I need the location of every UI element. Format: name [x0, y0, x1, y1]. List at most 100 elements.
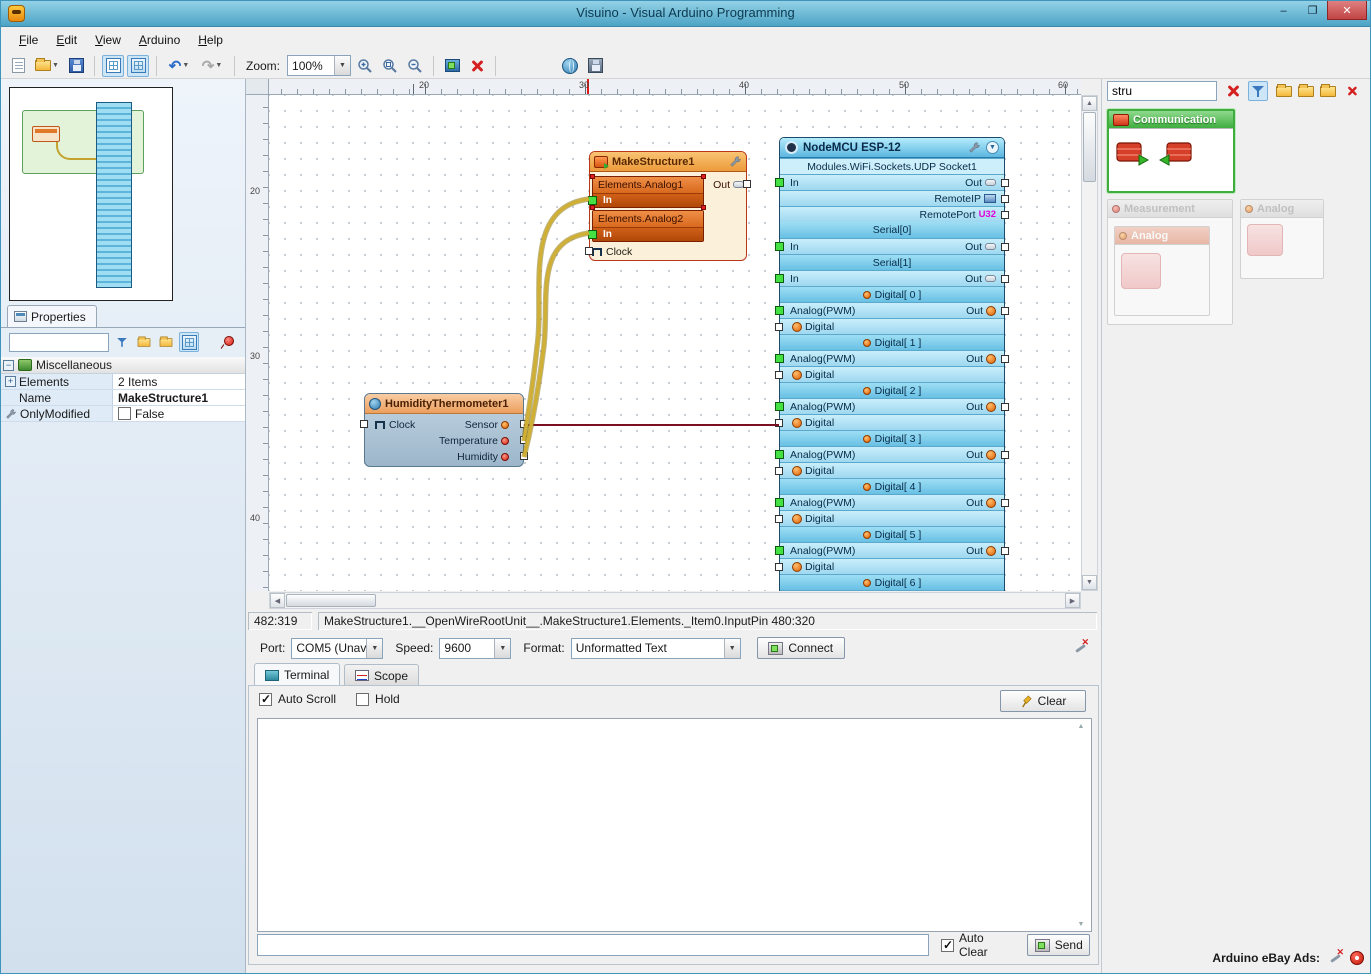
pwm-out-pin[interactable] — [1001, 547, 1009, 555]
port-dropdown-icon[interactable]: ▼ — [366, 638, 383, 658]
category-analog[interactable]: Analog — [1240, 199, 1324, 279]
property-value[interactable]: MakeStructure1 — [113, 390, 245, 405]
pwm-out-pin[interactable] — [1001, 355, 1009, 363]
menu-item-view[interactable]: View — [87, 29, 129, 51]
remoteport-pin[interactable] — [1001, 211, 1009, 219]
menu-item-help[interactable]: Help — [190, 29, 231, 51]
scroll-right-icon[interactable]: ▶ — [1065, 593, 1080, 608]
nodemcu-header[interactable]: NodeMCU ESP-12 ▼ — [780, 138, 1004, 158]
category-communication[interactable]: Communication — [1107, 109, 1235, 193]
digital-pin[interactable] — [775, 563, 783, 571]
clock-pin[interactable] — [360, 420, 368, 428]
expand-icon[interactable]: + — [5, 376, 16, 387]
faded-component-icon[interactable] — [1121, 253, 1161, 289]
temperature-pin[interactable] — [520, 436, 528, 444]
collapse-all-button[interactable] — [1296, 81, 1316, 101]
properties-expand-button[interactable] — [135, 333, 153, 351]
zoom-dropdown-icon[interactable]: ▼ — [334, 56, 351, 75]
digital-pin[interactable] — [775, 419, 783, 427]
menu-item-file[interactable]: File — [11, 29, 46, 51]
ads-settings-icon[interactable] — [1328, 947, 1344, 965]
tab-scope[interactable]: Scope — [344, 664, 420, 686]
property-value[interactable]: 2 Items — [113, 374, 245, 389]
format-select[interactable]: Unformatted Text ▼ — [570, 637, 741, 659]
makestructure-header[interactable]: MakeStructure1 — [590, 152, 746, 172]
out-pin[interactable] — [743, 180, 751, 188]
clear-search-icon[interactable] — [1226, 84, 1240, 98]
terminal-output[interactable] — [257, 718, 1092, 932]
port-select[interactable]: COM5 (Unava ▼ — [291, 637, 384, 659]
sensor-pin[interactable] — [520, 420, 528, 428]
delete-button[interactable] — [466, 55, 488, 77]
zoom-in-button[interactable] — [354, 55, 376, 77]
pwm-out-pin[interactable] — [1001, 451, 1009, 459]
upload-button[interactable] — [584, 55, 606, 77]
humidity-pin[interactable] — [520, 452, 528, 460]
open-button[interactable]: ▼ — [32, 55, 62, 77]
palette-search-input[interactable] — [1107, 81, 1217, 101]
property-category[interactable]: − Miscellaneous — [1, 357, 245, 374]
analog-pwm-pin[interactable] — [775, 306, 784, 315]
zoom-area-button[interactable] — [379, 55, 401, 77]
serial-in-pin[interactable] — [775, 242, 784, 251]
properties-pin-button[interactable] — [219, 333, 237, 351]
chevron-down-icon[interactable]: ▼ — [986, 141, 999, 154]
property-row[interactable]: + Elements 2 Items — [1, 374, 245, 390]
property-row[interactable]: OnlyModified False — [1, 406, 245, 422]
wrench-icon[interactable] — [729, 155, 742, 168]
send-button[interactable]: Send — [1027, 934, 1090, 956]
expand-all-button[interactable] — [1274, 81, 1294, 101]
disconnect-wand-icon[interactable] — [1073, 637, 1089, 655]
palette-item-split-structure[interactable] — [1157, 135, 1195, 169]
category-measurement[interactable]: Measurement Analog — [1107, 199, 1233, 325]
analog1-in-pin[interactable] — [588, 196, 597, 205]
properties-filter-input[interactable] — [9, 332, 109, 352]
ads-browser-icon[interactable] — [1350, 951, 1364, 965]
subcategory-analog[interactable]: Analog — [1114, 226, 1210, 316]
format-dropdown-icon[interactable]: ▼ — [723, 638, 740, 658]
nodemcu-component[interactable]: NodeMCU ESP-12 ▼ Modules.WiFi.Sockets.UD… — [775, 137, 1009, 591]
properties-sort-button[interactable] — [113, 333, 131, 351]
scroll-up-icon[interactable]: ▲ — [1074, 719, 1088, 733]
auto-scroll-checkbox[interactable] — [259, 692, 272, 706]
send-input[interactable] — [257, 934, 929, 956]
element-analog2[interactable]: Elements.Analog2 In — [588, 210, 704, 242]
scroll-down-icon[interactable]: ▼ — [1082, 575, 1097, 590]
design-canvas[interactable]: MakeStructure1 Elements.Analog1 In Eleme… — [269, 95, 1081, 591]
analog-pwm-pin[interactable] — [775, 402, 784, 411]
properties-collapse-button[interactable] — [157, 333, 175, 351]
wrench-icon[interactable] — [968, 141, 981, 154]
makestructure-component[interactable]: MakeStructure1 Elements.Analog1 In Eleme… — [585, 151, 751, 261]
pwm-out-pin[interactable] — [1001, 499, 1009, 507]
property-row[interactable]: Name MakeStructure1 — [1, 390, 245, 406]
digital-pin[interactable] — [775, 515, 783, 523]
categories-button[interactable] — [1318, 81, 1338, 101]
remoteip-pin[interactable] — [1001, 195, 1009, 203]
thermometer-header[interactable]: HumidityThermometer1 — [365, 394, 523, 414]
compile-button[interactable] — [559, 55, 581, 77]
analog-pwm-pin[interactable] — [775, 498, 784, 507]
reset-filter-button[interactable] — [1342, 81, 1362, 101]
snap-to-grid-button[interactable] — [102, 54, 124, 77]
pwm-out-pin[interactable] — [1001, 403, 1009, 411]
serial-out-pin[interactable] — [1001, 243, 1009, 251]
selection-handle[interactable] — [590, 174, 595, 179]
new-sketch-button[interactable] — [7, 55, 29, 77]
title-bar[interactable]: Visuino - Visual Arduino Programming – ❐… — [1, 1, 1370, 27]
faded-component-icon[interactable] — [1247, 224, 1283, 256]
digital-pin[interactable] — [775, 323, 783, 331]
digital-pin[interactable] — [775, 371, 783, 379]
tab-properties[interactable]: Properties — [7, 305, 97, 327]
analog-pwm-pin[interactable] — [775, 546, 784, 555]
analog2-in-pin[interactable] — [588, 230, 597, 239]
zoom-out-button[interactable] — [404, 55, 426, 77]
humiditythermometer-component[interactable]: HumidityThermometer1 Clock Sensor Temper… — [360, 393, 528, 467]
hold-checkbox[interactable] — [356, 692, 370, 706]
palette-item-make-structure[interactable] — [1113, 135, 1151, 169]
tab-terminal[interactable]: Terminal — [254, 663, 341, 686]
redo-button[interactable]: ↷ ▼ — [197, 55, 227, 77]
analog-pwm-pin[interactable] — [775, 354, 784, 363]
selection-handle[interactable] — [590, 205, 595, 210]
wire-humidity-in2[interactable] — [522, 231, 590, 458]
collapse-icon[interactable]: − — [3, 359, 14, 371]
